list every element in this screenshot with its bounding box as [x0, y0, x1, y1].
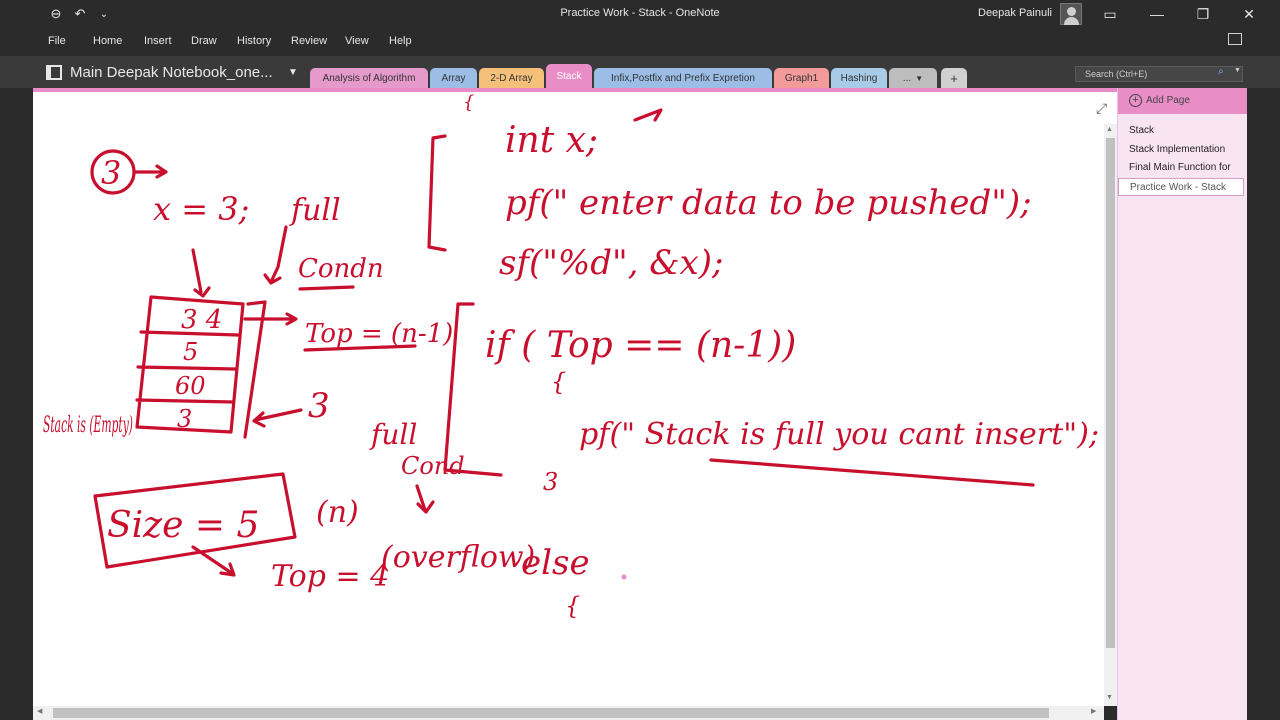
user-name[interactable]: Deepak Painuli — [978, 7, 1052, 19]
vertical-scroll-thumb[interactable] — [1106, 138, 1115, 648]
page-item-final-main-function[interactable]: Final Main Function for — [1118, 159, 1244, 177]
ink-arrow-stack-top — [191, 248, 211, 298]
avatar[interactable] — [1060, 3, 1082, 25]
search-icon[interactable]: ⌕ — [1218, 66, 1224, 77]
minimize-icon[interactable]: — — [1134, 2, 1180, 26]
add-page-label: Add Page — [1146, 95, 1190, 106]
page-list-pane: + Add Page Stack Stack Implementation Fi… — [1117, 88, 1248, 720]
tab-2d-array[interactable]: 2-D Array — [479, 68, 544, 88]
chevron-down-icon: ▼ — [915, 73, 924, 83]
ink-cond-2: Cond — [401, 452, 465, 480]
add-section-button[interactable]: + — [941, 68, 967, 88]
vertical-scrollbar[interactable]: ▲ ▼ — [1104, 124, 1117, 706]
menu-home[interactable]: Home — [93, 35, 122, 47]
tab-infix-postfix[interactable]: Infix,Postfix and Prefix Expretion — [594, 68, 772, 88]
tab-array[interactable]: Array — [430, 68, 477, 88]
scroll-left-icon[interactable]: ◀ — [37, 707, 42, 715]
page-item-practice-work-stack[interactable]: Practice Work - Stack — [1118, 178, 1244, 196]
ink-bracket-1 — [427, 134, 447, 252]
ink-condn-underline — [298, 285, 355, 291]
page-canvas[interactable]: ⤢ { int x; pf(" enter data to be pushed"… — [33, 92, 1117, 706]
tab-graph1[interactable]: Graph1 — [774, 68, 829, 88]
ink-top-4: Top = 4 — [271, 559, 389, 594]
scroll-up-icon[interactable]: ▲ — [1106, 126, 1113, 133]
ink-arrow-code1 — [633, 108, 663, 122]
ink-stack-cell-3: 60 — [175, 372, 206, 400]
menu-bar: File Home Insert Draw History Review Vie… — [0, 28, 1280, 56]
close-icon[interactable]: ✕ — [1226, 2, 1272, 26]
tab-more-label: ... — [902, 72, 912, 84]
menu-file[interactable]: File — [48, 35, 66, 47]
ink-arrow-3-left — [252, 408, 303, 428]
menu-history[interactable]: History — [237, 35, 271, 47]
ink-condn: Condn — [298, 254, 384, 284]
page-item-stack-implementation[interactable]: Stack Implementation — [1118, 141, 1244, 159]
ribbon-display-icon[interactable]: ▭ — [1087, 2, 1133, 26]
tab-stack[interactable]: Stack — [546, 64, 592, 88]
ink-code-line-1: int x; — [505, 120, 598, 161]
ink-code-line-4: if ( Top == (n-1)) — [485, 325, 796, 366]
page-item-stack[interactable]: Stack — [1118, 122, 1244, 140]
add-page-button[interactable]: + Add Page — [1118, 88, 1248, 114]
ink-else: else — [521, 543, 590, 583]
ink-brace-close: 3 — [543, 468, 558, 496]
ink-arrow-top — [243, 312, 298, 326]
ink-arrow-cond — [415, 484, 435, 514]
horizontal-scroll-thumb[interactable] — [53, 708, 1049, 718]
ink-cursor-dot — [621, 574, 627, 580]
horizontal-scrollbar[interactable]: ◀ ▶ — [33, 706, 1104, 720]
scroll-right-icon[interactable]: ▶ — [1091, 707, 1096, 715]
search-scope-caret-icon[interactable]: ▼ — [1234, 67, 1241, 74]
menu-draw[interactable]: Draw — [191, 35, 217, 47]
ink-code-line-5: pf(" Stack is full you cant insert"); — [579, 417, 1099, 452]
ink-layer: { int x; pf(" enter data to be pushed");… — [43, 92, 1099, 620]
ink-stack-cell-2: 5 — [183, 338, 198, 366]
scroll-down-icon[interactable]: ▼ — [1106, 694, 1113, 701]
plus-icon: + — [1129, 94, 1142, 107]
notebook-caret-icon[interactable]: ▼ — [288, 67, 298, 78]
ink-full: full — [289, 193, 341, 228]
ink-x-eq-3: x = 3; — [153, 190, 249, 228]
ink-stack-cell-4: 3 — [177, 405, 192, 433]
right-margin — [1247, 88, 1280, 720]
notebook-view-icon[interactable] — [1228, 33, 1242, 45]
ink-stack-label: Stack is (Empty) — [43, 413, 133, 438]
ink-full-2: full — [369, 418, 417, 451]
ink-code-line-3: sf("%d", &x); — [499, 243, 723, 283]
ink-n: (n) — [316, 495, 359, 530]
ink-top-eq: Top = (n-1) — [305, 319, 453, 349]
ink-arrow-3 — [134, 164, 168, 179]
restore-icon[interactable]: ❐ — [1180, 2, 1226, 26]
menu-help[interactable]: Help — [389, 35, 412, 47]
ink-arrow-3-label: 3 — [308, 386, 330, 426]
ink-stack-cell-1: 3 4 — [181, 305, 222, 335]
ink-arrow-full — [263, 225, 288, 285]
section-bar: Main Deepak Notebook_one... ▼ Analysis o… — [0, 56, 1280, 88]
ink-brace-top: { — [463, 92, 474, 113]
tab-analysis-of-algorithm[interactable]: Analysis of Algorithm — [310, 68, 428, 88]
notebook-icon[interactable] — [46, 65, 62, 80]
ink-brace-open: { — [551, 368, 566, 396]
ink-size: Size = 5 — [107, 505, 259, 546]
title-bar: ⊖ ↶ ⌄ Practice Work - Stack - OneNote De… — [0, 0, 1280, 28]
left-margin — [0, 88, 33, 720]
ink-overflow: (overflow) — [381, 540, 535, 575]
tab-hashing[interactable]: Hashing — [831, 68, 887, 88]
ink-brace-else: { — [565, 592, 580, 620]
ink-code-line-2: pf(" enter data to be pushed"); — [505, 183, 1032, 223]
ink-code5-underline — [709, 458, 1035, 487]
tab-more[interactable]: ... ▼ — [889, 68, 937, 88]
menu-insert[interactable]: Insert — [144, 35, 172, 47]
menu-view[interactable]: View — [345, 35, 369, 47]
ink-circle-3: 3 — [101, 154, 121, 192]
ink-stack-side — [243, 300, 267, 439]
notebook-name[interactable]: Main Deepak Notebook_one... — [70, 64, 273, 81]
menu-review[interactable]: Review — [291, 35, 327, 47]
